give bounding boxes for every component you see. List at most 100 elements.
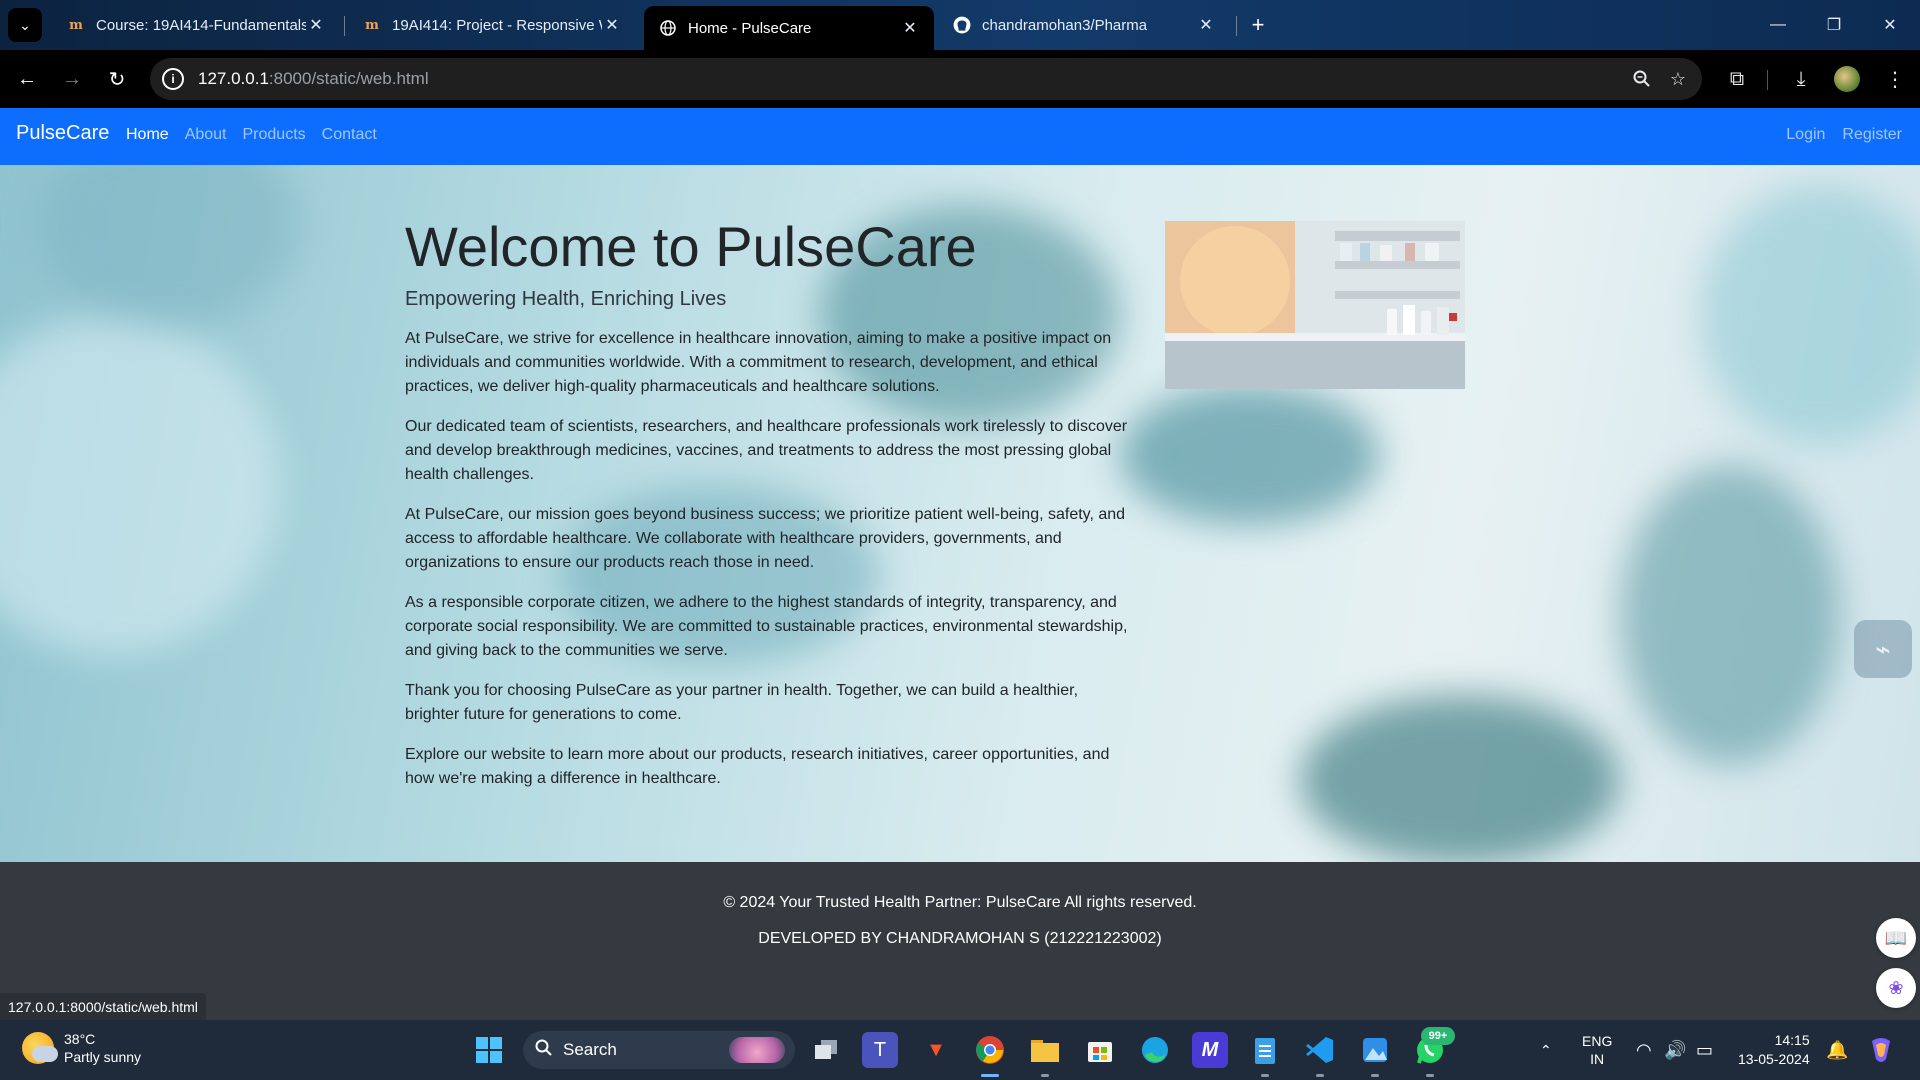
github-icon: [952, 15, 972, 35]
nav-about[interactable]: About: [185, 126, 227, 144]
tab-divider: [344, 16, 345, 36]
floating-widget-button[interactable]: ⌁: [1854, 620, 1912, 678]
address-bar[interactable]: i 127.0.0.1:8000/static/web.html ☆: [150, 58, 1702, 100]
close-icon[interactable]: ✕: [306, 15, 326, 35]
chrome-icon[interactable]: [972, 1032, 1008, 1068]
battery-icon[interactable]: ▭: [1696, 1020, 1713, 1080]
extensions-icon[interactable]: ⧉: [1722, 64, 1752, 94]
footer-developer: DEVELOPED BY CHANDRAMOHAN S (21222122300…: [758, 930, 1162, 947]
site-navbar: PulseCare Home About Products Contact Lo…: [0, 108, 1920, 165]
chevron-down-icon: ⌄: [19, 16, 31, 33]
hero-content: Welcome to PulseCare Empowering Health, …: [405, 213, 1135, 791]
auth-links: Login Register: [1769, 126, 1920, 144]
site-brand[interactable]: PulseCare: [16, 122, 109, 145]
back-icon[interactable]: ←: [12, 64, 42, 94]
weather-description: Partly sunny: [64, 1049, 142, 1065]
hero-section: Welcome to PulseCare Empowering Health, …: [0, 165, 1920, 862]
language-code: ENG: [1582, 1033, 1613, 1049]
site-info-icon[interactable]: i: [162, 68, 184, 90]
windows-taskbar: 38°C Partly sunny Search T ▼ M 99+ ⌃ ENG…: [0, 1020, 1920, 1080]
tab-home-pulsecare[interactable]: Home - PulseCare ✕: [644, 6, 934, 50]
clock-time: 14:15: [1774, 1032, 1810, 1048]
vscode-icon[interactable]: [1302, 1032, 1338, 1068]
url-text[interactable]: 127.0.0.1:8000/static/web.html: [198, 69, 1624, 89]
language-indicator[interactable]: ENG IN: [1582, 1020, 1612, 1080]
search-icon: [535, 1039, 553, 1062]
toolbar-divider: [1767, 70, 1768, 90]
lightning-icon: ⌁: [1875, 633, 1891, 664]
show-hidden-icons[interactable]: ⌃: [1540, 1020, 1552, 1080]
new-tab-button[interactable]: +: [1243, 10, 1273, 40]
windows-start-icon[interactable]: [471, 1032, 507, 1068]
tab-title: 19AI414: Project - Responsive W: [392, 16, 602, 34]
partly-sunny-icon: [22, 1032, 58, 1064]
reading-mode-icon[interactable]: 📖: [1876, 918, 1916, 958]
clock[interactable]: 14:15 13-05-2024: [1738, 1020, 1810, 1080]
tab-title: Home - PulseCare: [688, 19, 812, 37]
language-region: IN: [1590, 1051, 1605, 1067]
whatsapp-unread-badge: 99+: [1421, 1027, 1455, 1045]
forward-icon[interactable]: →: [57, 64, 87, 94]
profile-avatar[interactable]: [1834, 66, 1860, 92]
bookmark-star-icon[interactable]: ☆: [1660, 61, 1696, 97]
tab-github[interactable]: chandramohan3/Pharma ✕: [938, 6, 1230, 44]
weather-widget[interactable]: 38°C Partly sunny: [22, 1030, 141, 1066]
restore-icon[interactable]: ❐: [1806, 0, 1862, 50]
volume-icon[interactable]: 🔊: [1664, 1020, 1686, 1080]
powerautomate-icon[interactable]: M: [1192, 1032, 1228, 1068]
moodle-icon: m: [365, 17, 379, 33]
taskbar-search[interactable]: Search: [523, 1031, 795, 1069]
nav-contact[interactable]: Contact: [322, 126, 377, 144]
download-icon[interactable]: ⤓: [1786, 64, 1816, 94]
web-page: PulseCare Home About Products Contact Lo…: [0, 108, 1920, 1020]
menu-dots-icon[interactable]: ⋮: [1880, 64, 1910, 94]
browser-tab-strip: ⌄ m Course: 19AI414-Fundamentals ✕ m 19A…: [0, 0, 1920, 50]
paragraph-explore: Explore our website to learn more about …: [405, 746, 1110, 788]
photos-icon[interactable]: [1357, 1032, 1393, 1068]
moodle-icon: m: [69, 17, 83, 33]
minimize-icon[interactable]: —: [1750, 0, 1806, 50]
weather-temperature: 38°C: [64, 1031, 96, 1047]
nav-home[interactable]: Home: [126, 126, 169, 144]
close-icon[interactable]: ✕: [900, 18, 920, 38]
register-link[interactable]: Register: [1842, 126, 1902, 144]
paragraph-intro: At PulseCare, we strive for excellence i…: [405, 330, 1112, 396]
pharmacy-image: [1165, 221, 1465, 389]
tab-project[interactable]: m 19AI414: Project - Responsive W ✕: [348, 6, 636, 44]
tab-search-button[interactable]: ⌄: [8, 8, 42, 42]
microsoft-store-icon[interactable]: [1082, 1032, 1118, 1068]
teams-icon[interactable]: T: [862, 1032, 898, 1068]
paragraph-thanks: Thank you for choosing PulseCare as your…: [405, 682, 1079, 724]
file-explorer-icon[interactable]: [1027, 1032, 1063, 1068]
zoom-icon[interactable]: [1624, 61, 1660, 97]
clock-date: 13-05-2024: [1738, 1051, 1810, 1067]
copilot-icon[interactable]: [1866, 1020, 1896, 1080]
close-window-icon[interactable]: ✕: [1862, 0, 1918, 50]
tab-title: Course: 19AI414-Fundamentals: [96, 16, 306, 34]
tab-title: chandramohan3/Pharma: [982, 16, 1148, 34]
wifi-icon[interactable]: ◠: [1636, 1020, 1652, 1080]
reload-icon[interactable]: ↻: [102, 64, 132, 94]
running-indicator: [1316, 1074, 1324, 1077]
notepad-icon[interactable]: [1247, 1032, 1283, 1068]
ai-assistant-icon[interactable]: ❀: [1876, 968, 1916, 1008]
footer-copyright: © 2024 Your Trusted Health Partner: Puls…: [723, 894, 1197, 911]
close-icon[interactable]: ✕: [1196, 15, 1216, 35]
nav-products[interactable]: Products: [243, 126, 306, 144]
running-indicator: [1426, 1074, 1434, 1077]
login-link[interactable]: Login: [1786, 126, 1825, 144]
lotus-highlight-icon: [729, 1037, 785, 1063]
page-title: Welcome to PulseCare: [405, 215, 977, 278]
nav-links: Home About Products Contact: [126, 126, 393, 144]
running-indicator: [981, 1074, 999, 1077]
task-view-icon[interactable]: [808, 1032, 844, 1068]
close-icon[interactable]: ✕: [602, 15, 622, 35]
tab-divider: [1236, 16, 1237, 36]
tab-course[interactable]: m Course: 19AI414-Fundamentals ✕: [52, 6, 340, 44]
globe-icon: [658, 18, 678, 38]
notification-bell-icon[interactable]: 🔔: [1826, 1020, 1848, 1080]
site-footer: © 2024 Your Trusted Health Partner: Puls…: [0, 862, 1920, 1020]
brave-icon[interactable]: ▼: [918, 1032, 954, 1068]
paragraph-responsibility: As a responsible corporate citizen, we a…: [405, 594, 1128, 660]
edge-icon[interactable]: [1137, 1032, 1173, 1068]
